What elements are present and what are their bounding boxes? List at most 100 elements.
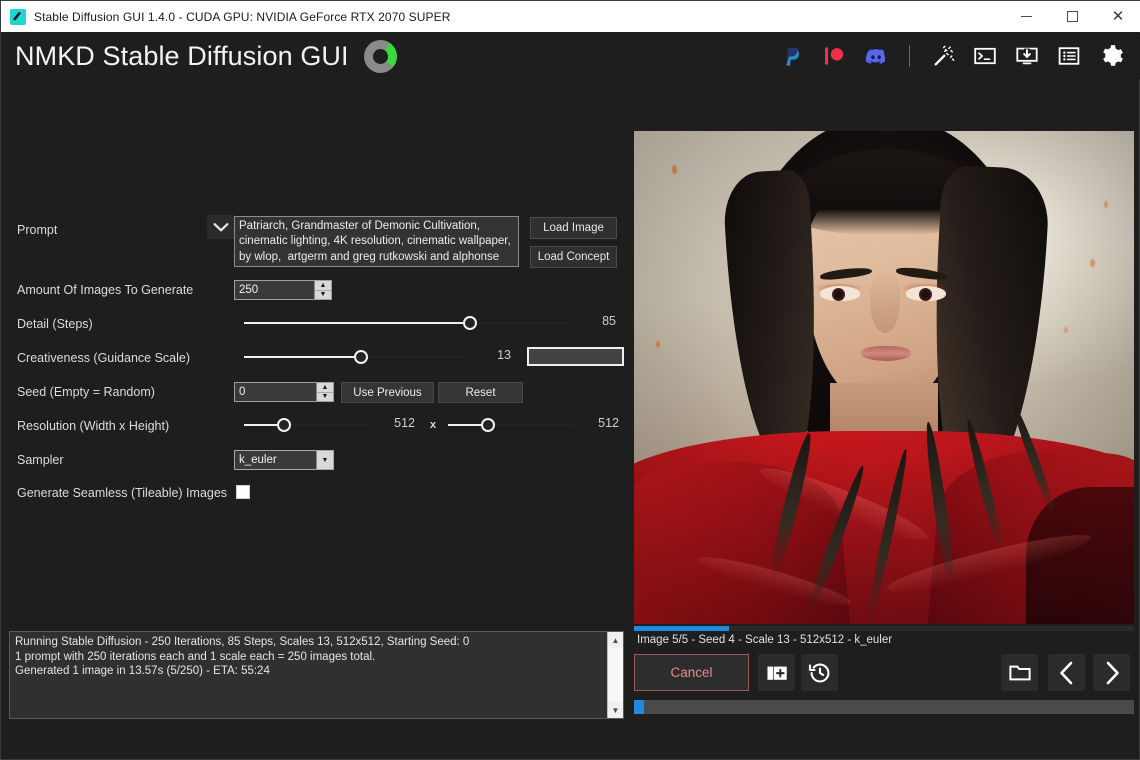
history-button[interactable] [801,654,838,691]
add-to-queue-button[interactable] [758,654,795,691]
steps-slider[interactable] [244,314,571,332]
amount-value: 250 [239,284,259,296]
portrait-artwork [634,131,1134,624]
close-button[interactable]: ✕ [1095,1,1140,32]
generation-progress-fill [634,700,644,714]
discord-button[interactable] [857,37,895,75]
sampler-label: Sampler [17,453,64,467]
use-previous-seed-button[interactable]: Use Previous [341,382,434,403]
prev-image-icon [1059,661,1072,684]
copy-to-favorites-icon [766,666,787,680]
steps-knob[interactable] [462,316,477,330]
title-bar: Stable Diffusion GUI 1.4.0 - CUDA GPU: N… [1,1,1140,32]
load-concept-button[interactable]: Load Concept [530,246,617,268]
load-image-button[interactable]: Load Image [530,217,617,239]
amount-down-icon[interactable]: ▼ [315,291,331,300]
sampler-select[interactable]: k_euler ▼ [234,450,334,470]
prompt-label: Prompt [17,223,58,237]
steps-value: 85 [602,314,616,328]
image-info: Image 5/5 - Seed 4 - Scale 13 - 512x512 … [637,634,893,646]
next-image-icon [1106,661,1119,684]
width-slider[interactable] [244,416,369,434]
image-progress-bar [634,626,1134,631]
open-cmd-button[interactable] [966,37,1004,75]
settings-button[interactable] [1092,37,1130,75]
parameters-panel: Prompt Load Image Load Concept Amount Of… [1,79,631,624]
installer-button[interactable] [1008,37,1046,75]
seed-stepper[interactable]: 0 ▲ ▼ [234,382,334,402]
seed-arrows[interactable]: ▲ ▼ [316,383,333,401]
height-slider[interactable] [448,416,573,434]
scale-slider[interactable] [244,348,464,366]
seamless-checkbox[interactable] [236,485,250,499]
seed-label: Seed (Empty = Random) [17,385,155,399]
resolution-label: Resolution (Width x Height) [17,419,170,433]
chevron-down-icon[interactable]: ▼ [316,451,333,469]
steps-track-fill [244,322,470,324]
window-controls: ✕ [1003,1,1140,32]
steps-label: Detail (Steps) [17,317,93,331]
patreon-button[interactable] [815,37,853,75]
generated-image[interactable] [634,131,1134,624]
queue-button[interactable] [1050,37,1088,75]
scroll-down-icon[interactable]: ▼ [608,702,623,718]
seed-value: 0 [239,386,246,398]
application-window: Stable Diffusion GUI 1.4.0 - CUDA GPU: N… [0,0,1140,760]
scroll-up-icon[interactable]: ▲ [608,632,623,648]
amount-label: Amount Of Images To Generate [17,283,194,297]
width-knob[interactable] [277,418,291,432]
install-icon [1016,47,1038,65]
scale-extra-input[interactable] [527,347,624,366]
resolution-separator: x [430,419,437,431]
magic-wand-icon [934,45,955,66]
height-value: 512 [598,416,619,430]
paypal-button[interactable] [773,37,811,75]
minimize-icon [1020,16,1032,17]
generation-progress-bar [634,700,1134,714]
width-value: 512 [394,416,415,430]
height-knob[interactable] [481,418,495,432]
image-progress-fill [634,626,729,631]
post-processing-button[interactable] [924,37,962,75]
open-folder-button[interactable] [1001,654,1038,691]
toolbar-separator [909,45,910,67]
scale-value: 13 [497,348,511,362]
app-header: NMKD Stable Diffusion GUI [2,33,1140,79]
log-scrollbar[interactable]: ▲ ▼ [607,632,623,718]
page-title: NMKD Stable Diffusion GUI [15,40,349,71]
prompt-input[interactable] [234,216,519,267]
maximize-button[interactable] [1049,1,1095,32]
patreon-icon [825,47,844,65]
chevron-down-icon [213,222,229,231]
queue-icon [1058,47,1080,65]
discord-icon [865,48,885,64]
paypal-icon [786,47,799,66]
scale-knob[interactable] [353,350,368,364]
terminal-icon [974,47,996,65]
cancel-button[interactable]: Cancel [634,654,749,691]
maximize-icon [1066,11,1078,22]
amount-stepper[interactable]: 250 ▲ ▼ [234,280,332,300]
amount-arrows[interactable]: ▲ ▼ [314,281,331,299]
seed-up-icon[interactable]: ▲ [317,383,333,393]
amount-up-icon[interactable]: ▲ [315,281,331,291]
header-toolbar [771,37,1132,75]
vignette [634,131,1134,624]
reset-seed-button[interactable]: Reset [438,382,523,403]
minimize-button[interactable] [1003,1,1049,32]
app-icon [10,8,26,25]
log-panel: Running Stable Diffusion - 250 Iteration… [9,631,624,719]
window-title: Stable Diffusion GUI 1.4.0 - CUDA GPU: N… [34,9,451,24]
prompt-history-button[interactable] [207,215,235,239]
loading-spinner [363,39,397,73]
history-icon [808,663,829,682]
scale-track-fill [244,356,361,358]
seed-down-icon[interactable]: ▼ [317,393,333,402]
previous-image-button[interactable] [1048,654,1085,691]
next-image-button[interactable] [1093,654,1130,691]
gear-icon [1103,45,1123,66]
scale-label: Creativeness (Guidance Scale) [17,351,190,365]
folder-icon [1008,665,1031,680]
log-scroll-thumb[interactable] [608,648,623,702]
log-text: Running Stable Diffusion - 250 Iteration… [15,636,470,677]
